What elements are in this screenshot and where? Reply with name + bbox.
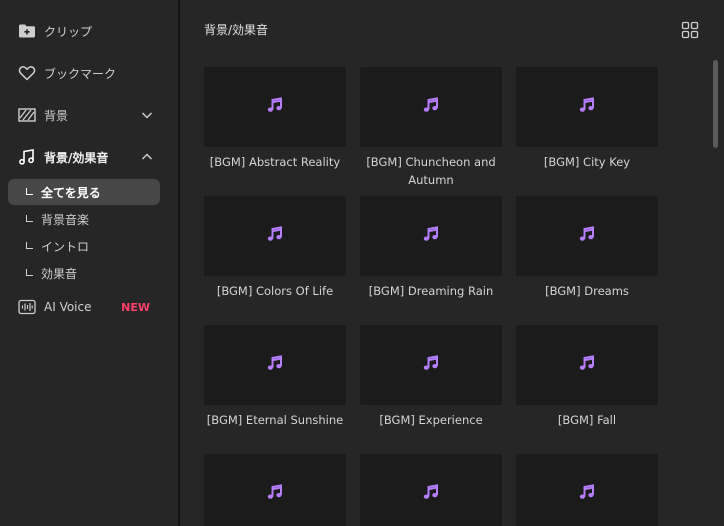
tree-branch-icon — [26, 214, 33, 222]
sidebar-item-ai-voice[interactable]: AI Voice NEW — [18, 297, 158, 317]
music-note-icon — [578, 225, 596, 247]
tree-branch-icon — [26, 268, 33, 276]
tree-branch-icon — [26, 241, 33, 249]
audio-card[interactable] — [360, 454, 502, 526]
music-note-icon — [422, 354, 440, 376]
music-note-icon — [422, 225, 440, 247]
audio-thumbnail[interactable] — [204, 325, 346, 405]
music-note-icon — [578, 96, 596, 118]
sidebar: クリップ ブックマーク 背景 背景/効果音 全てを見る 背景音楽 イントロ 効果… — [0, 0, 178, 526]
subitem-label: イントロ — [41, 239, 90, 254]
chevron-down-icon[interactable] — [140, 108, 154, 122]
subitem-sound-effects[interactable]: 効果音 — [8, 260, 160, 286]
audio-card[interactable]: [BGM] Experience — [360, 325, 502, 429]
audio-thumbnail[interactable] — [360, 196, 502, 276]
audio-card[interactable]: [BGM] Dreams — [516, 196, 658, 300]
waveform-icon — [18, 298, 36, 316]
app-window: クリップ ブックマーク 背景 背景/効果音 全てを見る 背景音楽 イントロ 効果… — [0, 0, 724, 526]
subitem-label: 効果音 — [41, 266, 78, 281]
audio-card[interactable]: [BGM] Chuncheon and Autumn — [360, 67, 502, 189]
audio-card-title: [BGM] City Key — [543, 155, 631, 169]
sidebar-item-bgm-sfx[interactable]: 背景/効果音 — [18, 147, 158, 167]
audio-card-title: [BGM] Abstract Reality — [209, 155, 341, 169]
main-panel: 背景/効果音 [BGM] Abstract Reality [BGM] Chunc… — [180, 0, 724, 526]
audio-card-title: [BGM] Dreaming Rain — [368, 284, 494, 298]
sidebar-item-label: AI Voice — [44, 300, 92, 314]
subitem-intro[interactable]: イントロ — [8, 233, 160, 259]
music-note-icon — [266, 483, 284, 505]
audio-card-title: [BGM] Eternal Sunshine — [206, 413, 344, 427]
scrollbar-thumb[interactable] — [713, 60, 718, 148]
heart-icon — [18, 64, 36, 82]
music-note-icon — [266, 96, 284, 118]
subitem-label: 背景音楽 — [41, 212, 90, 227]
audio-card-title: [BGM] Fall — [557, 413, 617, 427]
audio-card[interactable]: [BGM] Abstract Reality — [204, 67, 346, 171]
audio-thumbnail[interactable] — [204, 67, 346, 147]
music-note-icon — [266, 225, 284, 247]
audio-thumbnail[interactable] — [516, 325, 658, 405]
audio-card[interactable]: [BGM] Colors Of Life — [204, 196, 346, 300]
sidebar-item-label: クリップ — [44, 24, 93, 39]
audio-thumbnail[interactable] — [516, 454, 658, 526]
music-note-icon — [266, 354, 284, 376]
sidebar-item-label: 背景/効果音 — [44, 150, 109, 165]
sidebar-item-label: 背景 — [44, 108, 69, 123]
audio-thumbnail[interactable] — [516, 196, 658, 276]
audio-thumbnail[interactable] — [516, 67, 658, 147]
stripes-icon — [18, 106, 36, 124]
chevron-up-icon[interactable] — [140, 150, 154, 164]
grid-view-icon[interactable] — [681, 21, 699, 39]
audio-card[interactable]: [BGM] Dreaming Rain — [360, 196, 502, 300]
audio-card[interactable] — [204, 454, 346, 526]
music-note-icon — [578, 483, 596, 505]
audio-thumbnail[interactable] — [204, 196, 346, 276]
audio-thumbnail[interactable] — [360, 454, 502, 526]
page-title: 背景/効果音 — [204, 23, 269, 37]
music-note-icon — [18, 148, 36, 166]
audio-card[interactable]: [BGM] Eternal Sunshine — [204, 325, 346, 429]
sidebar-item-label: ブックマーク — [44, 66, 117, 81]
audio-card[interactable]: [BGM] Fall — [516, 325, 658, 429]
sidebar-item-clip[interactable]: クリップ — [18, 21, 158, 41]
audio-thumbnail[interactable] — [360, 325, 502, 405]
tree-branch-icon — [26, 187, 33, 195]
new-badge: NEW — [121, 300, 150, 314]
audio-thumbnail[interactable] — [360, 67, 502, 147]
scrollbar[interactable] — [711, 58, 719, 526]
audio-card-title: [BGM] Experience — [379, 413, 483, 427]
music-note-icon — [578, 354, 596, 376]
sidebar-item-background[interactable]: 背景 — [18, 105, 158, 125]
subitem-label: 全てを見る — [41, 185, 101, 200]
subitem-background-music[interactable]: 背景音楽 — [8, 206, 160, 232]
subitem-view-all[interactable]: 全てを見る — [8, 179, 160, 205]
sidebar-item-bookmark[interactable]: ブックマーク — [18, 63, 158, 83]
audio-card-title: [BGM] Chuncheon and Autumn — [366, 155, 496, 187]
audio-card[interactable] — [516, 454, 658, 526]
audio-card-title: [BGM] Dreams — [545, 284, 629, 298]
audio-thumbnail[interactable] — [204, 454, 346, 526]
audio-card-title: [BGM] Colors Of Life — [216, 284, 334, 298]
music-note-icon — [422, 96, 440, 118]
music-note-icon — [422, 483, 440, 505]
folder-plus-icon — [18, 22, 36, 40]
audio-card[interactable]: [BGM] City Key — [516, 67, 658, 171]
